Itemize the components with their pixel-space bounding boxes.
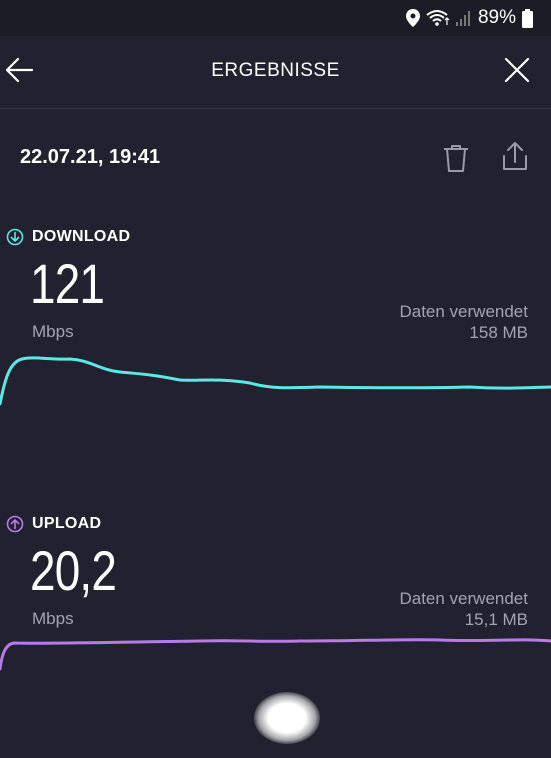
download-data-used-label: Daten verwendet	[399, 302, 528, 321]
share-icon	[503, 142, 527, 170]
download-data-used: Daten verwendet 158 MB	[399, 301, 528, 343]
signal-icon	[455, 10, 472, 26]
delete-button[interactable]	[441, 142, 471, 174]
share-button[interactable]	[500, 140, 530, 172]
upload-speed-value: 20,2	[30, 539, 117, 602]
home-button-blur[interactable]	[254, 692, 320, 744]
download-arrow-icon	[6, 228, 24, 246]
trash-icon	[444, 145, 468, 172]
upload-arrow-icon	[6, 515, 24, 533]
upload-header: UPLOAD	[6, 515, 101, 533]
upload-data-used-value: 15,1 MB	[464, 610, 528, 629]
download-data-used-value: 158 MB	[469, 323, 528, 342]
upload-speed-unit: Mbps	[32, 609, 74, 628]
status-bar: 89%	[0, 0, 551, 36]
close-icon	[504, 57, 530, 83]
upload-section: UPLOAD 20,2 Mbps Daten verwendet 15,1 MB	[0, 515, 551, 715]
battery-percent: 89%	[477, 7, 516, 28]
close-button[interactable]	[503, 56, 531, 84]
upload-data-used: Daten verwendet 15,1 MB	[399, 588, 528, 630]
header-bar: ERGEBNISSE	[0, 36, 551, 109]
download-label: DOWNLOAD	[32, 228, 131, 245]
download-speed-unit: Mbps	[32, 322, 74, 341]
battery-icon	[522, 8, 533, 28]
status-icons: 89%	[405, 6, 533, 30]
page-title: ERGEBNISSE	[211, 60, 340, 81]
location-icon	[405, 9, 420, 27]
upload-speed-graph	[0, 638, 551, 671]
download-section: DOWNLOAD 121 Mbps Daten verwendet 158 MB	[0, 228, 551, 458]
wifi-icon	[426, 9, 450, 27]
download-header: DOWNLOAD	[6, 228, 130, 246]
download-speed-value: 121	[30, 252, 105, 315]
result-datetime: 22.07.21, 19:41	[20, 146, 161, 168]
upload-label: UPLOAD	[32, 515, 102, 532]
upload-data-used-label: Daten verwendet	[399, 589, 528, 608]
download-speed-graph	[0, 356, 551, 406]
